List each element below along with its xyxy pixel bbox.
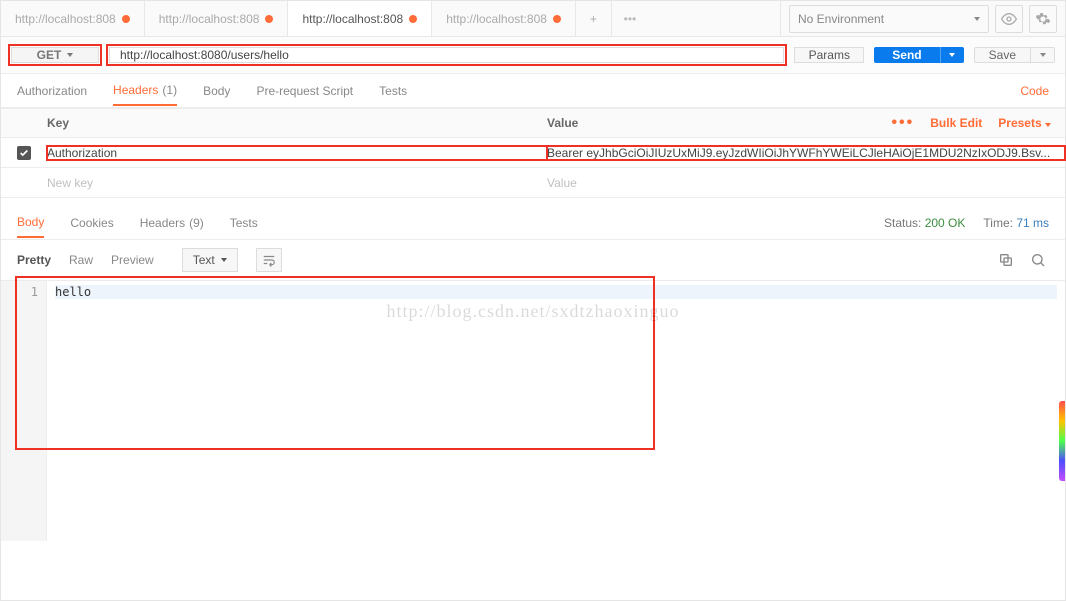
view-pretty[interactable]: Pretty [17,253,51,267]
tab-prerequest-script[interactable]: Pre-request Script [256,84,353,98]
tab-headers-label: Headers [113,83,158,97]
environment-preview-button[interactable] [995,5,1023,33]
status-display: Status: 200 OK [884,216,965,230]
tab-headers[interactable]: Headers (1) [113,83,177,106]
header-enabled-checkbox[interactable] [17,146,31,160]
tab-request-3[interactable]: http://localhost:808 [432,1,576,36]
send-dropdown-button[interactable] [940,47,964,63]
chevron-down-icon [949,53,955,57]
tab-body[interactable]: Body [203,84,230,98]
toolbar-right [995,249,1049,271]
response-content[interactable]: hello [47,281,1065,541]
header-value-input-new[interactable]: Value [547,176,1065,190]
resp-tab-tests[interactable]: Tests [230,216,258,230]
tab-label: http://localhost:808 [159,12,260,26]
header-key-input-new[interactable]: New key [47,176,547,190]
line-gutter: 1 [1,281,47,541]
tab-label: http://localhost:808 [302,12,403,26]
dirty-dot-icon [122,15,130,23]
settings-button[interactable] [1029,5,1057,33]
view-preview[interactable]: Preview [111,253,154,267]
response-line: hello [55,285,1057,299]
line-wrap-toggle[interactable] [256,248,282,272]
save-dropdown-button[interactable] [1031,47,1055,63]
copy-response-button[interactable] [995,249,1017,271]
time-value: 71 ms [1016,216,1049,230]
bulk-edit-link[interactable]: Bulk Edit [930,116,982,130]
header-key-input[interactable]: Authorization [47,146,547,160]
search-icon [1030,252,1046,268]
headers-actions: ••• Bulk Edit Presets [891,114,1065,132]
headers-count: (1) [162,83,177,97]
tab-request-0[interactable]: http://localhost:808 [1,1,145,36]
copy-icon [998,252,1014,268]
add-tab-button[interactable]: + [576,1,612,36]
chevron-down-icon [1040,53,1046,57]
dirty-dot-icon [409,15,417,23]
headers-table-header: Key Value ••• Bulk Edit Presets [1,108,1065,138]
header-col-value: Value ••• Bulk Edit Presets [547,114,1065,132]
header-col-key: Key [47,116,547,130]
time-display: Time: 71 ms [983,216,1049,230]
check-icon [19,148,29,158]
url-input[interactable]: http://localhost:8080/users/hello [109,47,784,63]
status-value: 200 OK [925,216,966,230]
search-response-button[interactable] [1027,249,1049,271]
header-value-input[interactable]: Bearer eyJhbGciOiJIUzUxMiJ9.eyJzdWIiOiJh… [547,146,1065,160]
resp-headers-count: (9) [189,216,204,230]
line-number: 1 [1,285,38,299]
response-body-toolbar: Pretty Raw Preview Text [1,240,1065,281]
resp-tab-cookies[interactable]: Cookies [70,216,113,230]
chevron-down-icon [221,258,227,262]
tab-authorization[interactable]: Authorization [17,84,87,98]
headers-more-button[interactable]: ••• [891,114,914,132]
code-link[interactable]: Code [1020,84,1049,98]
save-group: Save [974,47,1055,63]
gear-icon [1035,11,1051,27]
view-raw[interactable]: Raw [69,253,93,267]
chevron-down-icon [974,17,980,21]
response-meta: Status: 200 OK Time: 71 ms [884,216,1049,230]
dirty-dot-icon [265,15,273,23]
request-tabs: http://localhost:808 http://localhost:80… [1,1,780,36]
params-button[interactable]: Params [794,47,864,63]
tab-overflow-button[interactable]: ••• [612,1,648,36]
tab-label: http://localhost:808 [446,12,547,26]
header-row-new: New key Value [1,168,1065,198]
chevron-down-icon [67,53,73,57]
presets-dropdown[interactable]: Presets [998,116,1051,130]
save-button[interactable]: Save [974,47,1031,63]
tab-label: http://localhost:808 [15,12,116,26]
response-tabs: Body Cookies Headers (9) Tests Status: 2… [1,206,1065,240]
content-type-label: Text [193,253,215,267]
request-url-bar: GET http://localhost:8080/users/hello Pa… [1,37,1065,74]
top-tab-bar: http://localhost:808 http://localhost:80… [1,1,1065,37]
method-select[interactable]: GET [11,47,99,63]
chevron-down-icon [1045,123,1051,127]
send-group: Send [874,47,963,63]
content-type-select[interactable]: Text [182,248,238,272]
environment-controls: No Environment [780,1,1065,36]
resp-tab-body[interactable]: Body [17,215,44,238]
environment-select[interactable]: No Environment [789,5,989,33]
url-value: http://localhost:8080/users/hello [120,48,289,62]
send-button[interactable]: Send [874,47,939,63]
wrap-icon [262,253,276,267]
header-row: Authorization Bearer eyJhbGciOiJIUzUxMiJ… [1,138,1065,168]
method-label: GET [37,48,62,62]
eye-icon [1001,11,1017,27]
header-checkbox-cell [1,146,47,160]
tab-request-2[interactable]: http://localhost:808 [288,1,432,36]
header-col-value-label: Value [547,116,578,130]
request-sub-tabs: Authorization Headers (1) Body Pre-reque… [1,74,1065,108]
environment-label: No Environment [798,12,884,26]
tab-request-1[interactable]: http://localhost:808 [145,1,289,36]
resp-headers-label: Headers [140,216,185,230]
color-strip-icon [1059,401,1065,481]
response-body-editor: 1 hello [1,281,1065,541]
resp-tab-headers[interactable]: Headers (9) [140,216,204,230]
dirty-dot-icon [553,15,561,23]
tab-tests[interactable]: Tests [379,84,407,98]
